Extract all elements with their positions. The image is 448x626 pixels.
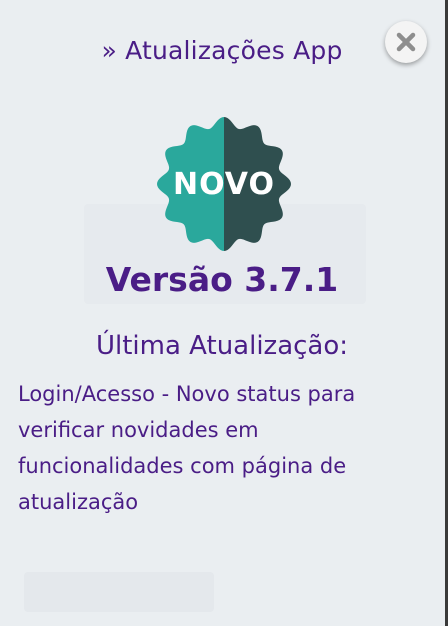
- new-badge: NOVO: [154, 116, 294, 252]
- close-icon: [396, 32, 416, 52]
- close-button[interactable]: [385, 21, 427, 63]
- modal-title: » Atualizações App: [101, 36, 343, 65]
- background-button: [24, 572, 214, 612]
- badge-label: NOVO: [173, 166, 275, 202]
- update-modal: » Atualizações App NOVO Versão 3.7.1 Últ…: [0, 0, 448, 626]
- last-update-heading: Última Atualização:: [95, 331, 349, 361]
- update-description: Login/Acesso - Novo status para verifica…: [18, 382, 356, 514]
- version-label: Versão 3.7.1: [105, 260, 339, 299]
